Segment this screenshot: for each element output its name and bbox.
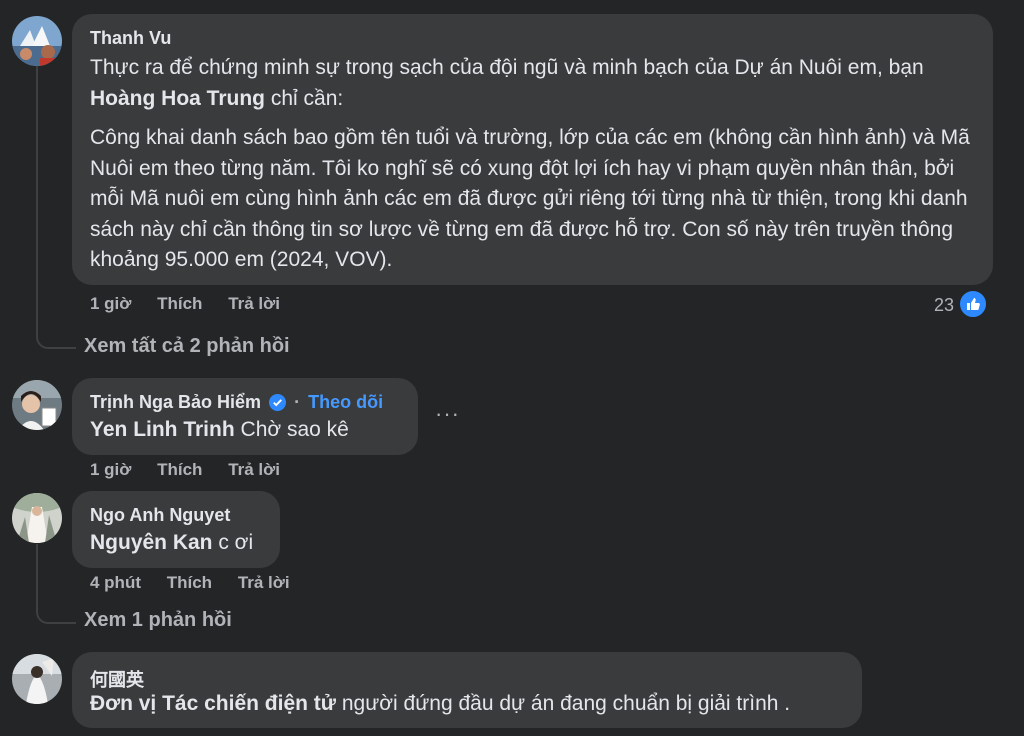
- like-button[interactable]: Thích: [167, 573, 212, 592]
- avatar-ho-kwok-ying[interactable]: [12, 654, 62, 704]
- verified-badge-icon: [269, 394, 287, 416]
- comment-actions: 1 giờ Thích Trả lời: [90, 294, 280, 314]
- comment-author[interactable]: Thanh Vu: [90, 28, 171, 49]
- view-replies-link[interactable]: Xem 1 phản hồi: [84, 609, 232, 632]
- avatar-ngo-anh-nguyet[interactable]: [12, 493, 62, 543]
- comment-actions: 1 giờ Thích Trả lời: [90, 460, 280, 480]
- comment-author-row: Trịnh Nga Bảo Hiểm · Theo dõi: [90, 392, 383, 416]
- comment-text-line: Yen Linh Trinh Chờ sao kê: [90, 415, 349, 446]
- like-reaction-icon[interactable]: [958, 289, 988, 319]
- avatar-trinh-nga[interactable]: [12, 380, 62, 430]
- follow-button[interactable]: Theo dõi: [308, 392, 383, 412]
- reply-button[interactable]: Trả lời: [238, 573, 290, 592]
- comment-text-line: Nguyên Kan c ơi: [90, 528, 253, 559]
- separator-dot: ·: [294, 392, 301, 412]
- view-replies-link[interactable]: Xem tất cả 2 phản hồi: [84, 335, 290, 358]
- comment-text-paragraph-2: Công khai danh sách bao gồm tên tuổi và …: [90, 126, 970, 271]
- comment-text: Thực ra để chứng minh sự trong sạch của …: [90, 56, 924, 79]
- mention-link[interactable]: Nguyên Kan: [90, 531, 213, 554]
- comment-actions: 4 phút Thích Trả lời: [90, 573, 290, 593]
- comment-text: người đứng đầu dự án đang chuẩn bị giải …: [336, 692, 791, 715]
- comment-text-paragraph-1: Thực ra để chứng minh sự trong sạch của …: [90, 53, 975, 114]
- reply-button[interactable]: Trả lời: [228, 294, 280, 313]
- like-button[interactable]: Thích: [157, 294, 202, 313]
- avatar-thanh-vu[interactable]: [12, 16, 62, 66]
- comment-author[interactable]: Trịnh Nga Bảo Hiểm: [90, 392, 261, 412]
- thread-line-comment-3: [36, 544, 76, 624]
- mention-link[interactable]: Đơn vị Tác chiến điện tử: [90, 692, 336, 715]
- reaction-count[interactable]: 23: [934, 295, 954, 316]
- comment-timestamp[interactable]: 4 phút: [90, 573, 141, 592]
- comment-text: Chờ sao kê: [234, 418, 349, 441]
- comment-text-line: Đơn vị Tác chiến điện tử người đứng đầu …: [90, 689, 790, 720]
- comment-timestamp[interactable]: 1 giờ: [90, 294, 131, 313]
- reply-button[interactable]: Trả lời: [228, 460, 280, 479]
- mention-link[interactable]: Yen Linh Trinh: [90, 418, 235, 441]
- more-options-button[interactable]: ···: [435, 401, 460, 427]
- comment-author[interactable]: Ngo Anh Nguyet: [90, 505, 230, 526]
- comment-timestamp[interactable]: 1 giờ: [90, 460, 131, 479]
- like-button[interactable]: Thích: [157, 460, 202, 479]
- comment-text: chỉ cần:: [265, 86, 344, 110]
- thread-line-comment-1: [36, 66, 76, 349]
- mention-link[interactable]: Hoàng Hoa Trung: [90, 87, 265, 110]
- comment-text: c ơi: [212, 531, 254, 554]
